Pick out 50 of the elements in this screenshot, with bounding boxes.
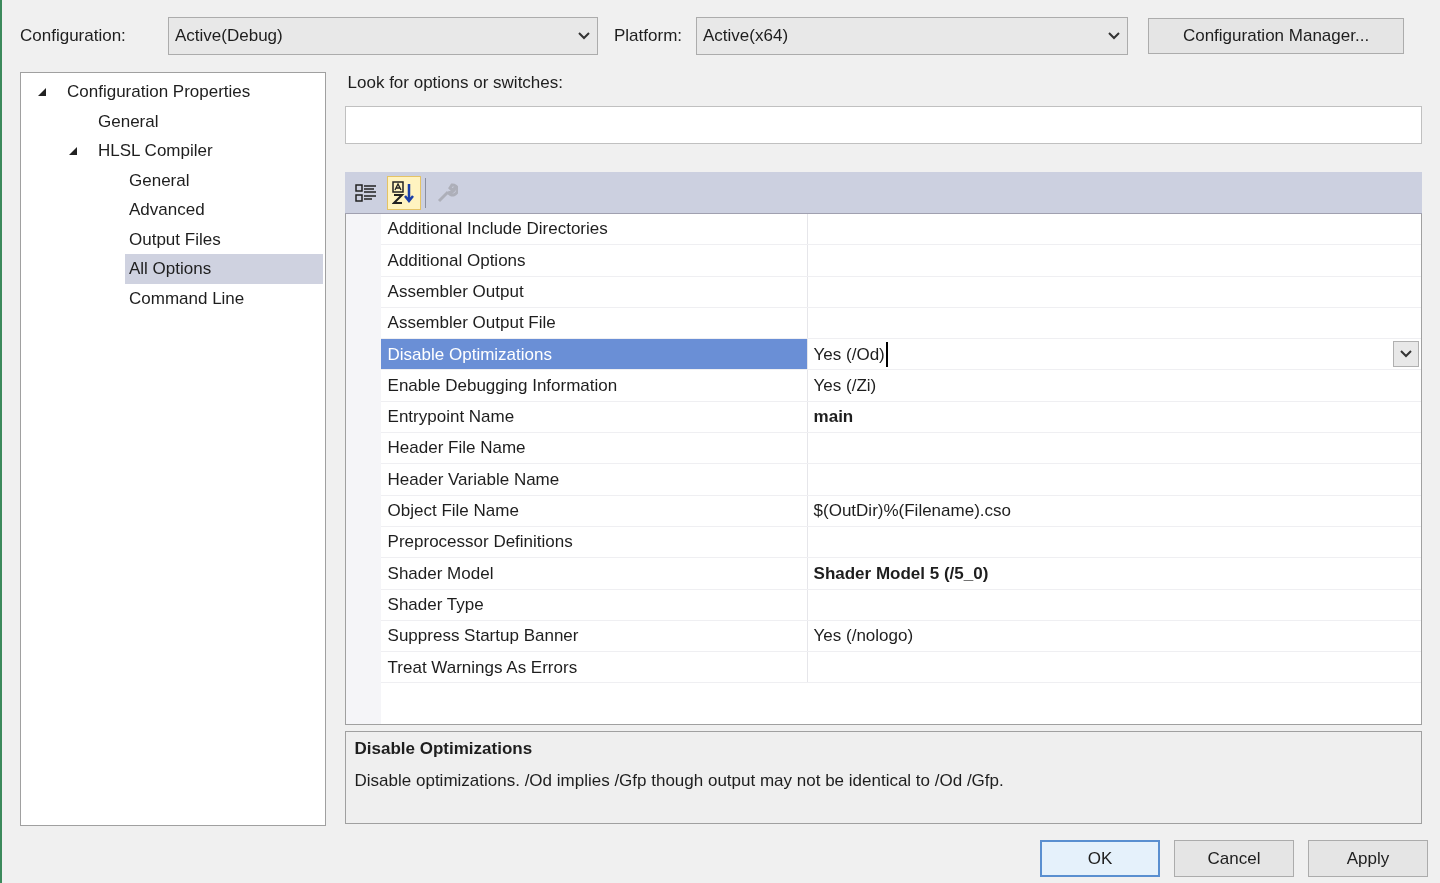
search-field[interactable] <box>344 106 1422 144</box>
tree-item[interactable]: Advanced <box>125 195 323 225</box>
property-name[interactable]: Assembler Output File <box>380 307 808 339</box>
platform-label: Platform: <box>614 25 683 48</box>
dropdown-button[interactable] <box>1393 341 1419 368</box>
property-value: main <box>813 406 854 429</box>
property-value: $(OutDir)%(Filename).cso <box>813 500 1011 523</box>
sort-az-icon <box>391 180 416 205</box>
chevron-down-icon <box>1107 31 1122 41</box>
property-value[interactable]: Yes (/Od) <box>813 341 888 368</box>
tree-item[interactable]: All Options <box>125 254 323 284</box>
property-name[interactable]: Entrypoint Name <box>380 401 808 433</box>
property-name[interactable]: Suppress Startup Banner <box>380 620 808 652</box>
tree-item[interactable]: General <box>94 106 323 136</box>
configuration-dropdown[interactable]: Active(Debug) <box>168 17 598 55</box>
chevron-down-icon <box>577 31 591 41</box>
property-value: Shader Model 5 (/5_0) <box>813 562 989 585</box>
dialog-button[interactable]: Apply <box>1308 840 1428 877</box>
property-name[interactable]: Treat Warnings As Errors <box>380 652 808 683</box>
collapse-triangle-icon[interactable] <box>37 86 47 97</box>
dialog-button[interactable]: Cancel <box>1174 840 1294 877</box>
property-name[interactable]: Assembler Output <box>380 276 808 307</box>
tree-item[interactable]: HLSL Compiler <box>94 136 323 166</box>
tree-item[interactable]: Command Line <box>125 283 323 313</box>
tree-item[interactable]: Output Files <box>125 224 323 254</box>
property-name[interactable]: Header File Name <box>380 433 808 464</box>
tree-item[interactable]: General <box>125 165 323 195</box>
tree-item[interactable]: Configuration Properties <box>63 77 323 107</box>
property-name[interactable]: Enable Debugging Information <box>380 370 808 401</box>
property-name[interactable]: Object File Name <box>380 495 808 526</box>
property-value: Yes (/Zi) <box>813 374 877 397</box>
property-name[interactable]: Header Variable Name <box>380 464 808 495</box>
search-label: Look for options or switches: <box>347 72 564 94</box>
platform-dropdown[interactable]: Active(x64) <box>696 17 1129 55</box>
property-name[interactable]: Preprocessor Definitions <box>380 526 808 558</box>
dialog-button[interactable]: OK <box>1040 840 1160 877</box>
wrench-icon <box>435 181 458 204</box>
chevron-down-icon <box>1400 350 1412 359</box>
description-title: Disable Optimizations <box>354 738 534 760</box>
description-text: Disable optimizations. /Od implies /Gfp though output may not be identical to /Od /Gfp. <box>354 769 1005 792</box>
configuration-label: Configuration: <box>20 25 127 48</box>
collapse-triangle-icon[interactable] <box>68 145 78 156</box>
categorized-list-icon <box>354 182 377 203</box>
configuration-manager-button[interactable]: Configuration Manager... <box>1148 18 1405 54</box>
property-name[interactable]: Additional Include Directories <box>380 214 808 245</box>
property-name[interactable]: Shader Model <box>380 558 808 589</box>
toolbar-button[interactable] <box>386 175 421 210</box>
property-value: Yes (/nologo) <box>813 625 914 648</box>
property-name[interactable]: Additional Options <box>380 245 808 276</box>
property-name[interactable]: Shader Type <box>380 589 808 620</box>
